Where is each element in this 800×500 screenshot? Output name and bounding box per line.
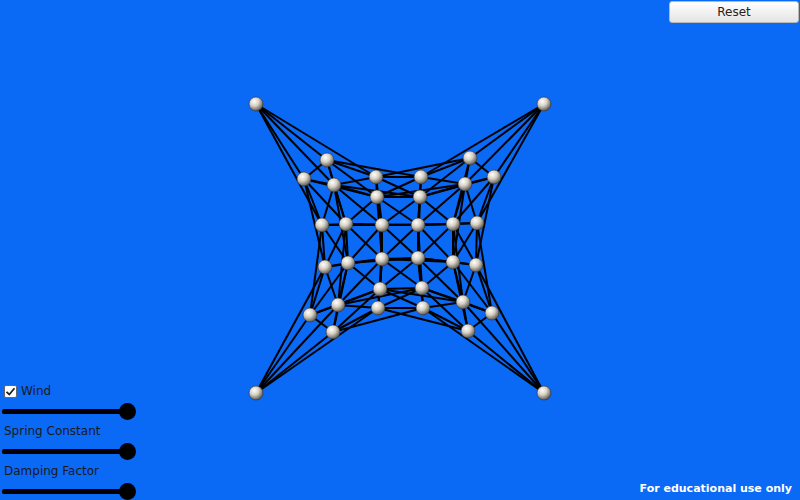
mass-node[interactable] (415, 281, 429, 295)
mass-node[interactable] (249, 97, 263, 111)
springs (256, 104, 544, 393)
slider-fill (2, 449, 127, 454)
mass-node[interactable] (326, 325, 340, 339)
mass-node[interactable] (331, 298, 345, 312)
slider-track[interactable] (2, 449, 127, 454)
mass-node[interactable] (411, 218, 425, 232)
mass-node[interactable] (411, 251, 425, 265)
mass-node[interactable] (487, 170, 501, 184)
wind-checkbox[interactable] (4, 385, 17, 398)
mass-node[interactable] (373, 282, 387, 296)
slider-knob[interactable] (119, 483, 136, 500)
mass-node[interactable] (297, 172, 311, 186)
mass-node[interactable] (446, 217, 460, 231)
mass-node[interactable] (470, 216, 484, 230)
slider-knob[interactable] (119, 403, 136, 420)
mass-node[interactable] (303, 308, 317, 322)
slider-row (2, 441, 134, 461)
mass-node[interactable] (456, 295, 470, 309)
mass-node[interactable] (416, 301, 430, 315)
control-label-row: Damping Factor (2, 461, 134, 481)
control-label: Damping Factor (4, 464, 99, 478)
slider-fill (2, 409, 127, 414)
control-label: Wind (21, 384, 51, 398)
mass-node[interactable] (341, 256, 355, 270)
mass-node[interactable] (458, 177, 472, 191)
mass-node[interactable] (463, 151, 477, 165)
mass-node[interactable] (461, 324, 475, 338)
slider-row (2, 401, 134, 421)
control-label-row: Spring Constant (2, 421, 134, 441)
mass-node[interactable] (320, 153, 334, 167)
control-label-row: Wind (2, 381, 134, 401)
mass-node[interactable] (537, 97, 551, 111)
mass-node[interactable] (369, 170, 383, 184)
mass-node[interactable] (413, 190, 427, 204)
mass-node[interactable] (318, 260, 332, 274)
mass-node[interactable] (370, 190, 384, 204)
reset-button[interactable]: Reset (669, 1, 799, 23)
controls-panel: Wind Spring Constant Damping Factor (2, 381, 134, 500)
watermark: For educational use only (640, 482, 792, 495)
control-label: Spring Constant (4, 424, 101, 438)
mass-node[interactable] (485, 306, 499, 320)
mass-node[interactable] (375, 218, 389, 232)
mass-node[interactable] (327, 178, 341, 192)
slider-track[interactable] (2, 489, 127, 494)
mass-node[interactable] (249, 386, 263, 400)
mass-node[interactable] (469, 258, 483, 272)
slider-track[interactable] (2, 409, 127, 414)
slider-row (2, 481, 134, 500)
mass-node[interactable] (446, 255, 460, 269)
mass-node[interactable] (339, 217, 353, 231)
mass-node[interactable] (371, 301, 385, 315)
cloth-simulation[interactable] (0, 0, 800, 500)
mass-node[interactable] (315, 218, 329, 232)
slider-knob[interactable] (119, 443, 136, 460)
slider-fill (2, 489, 127, 494)
mass-node[interactable] (375, 252, 389, 266)
mass-node[interactable] (537, 386, 551, 400)
checkmark-icon (5, 386, 16, 397)
mass-node[interactable] (414, 170, 428, 184)
